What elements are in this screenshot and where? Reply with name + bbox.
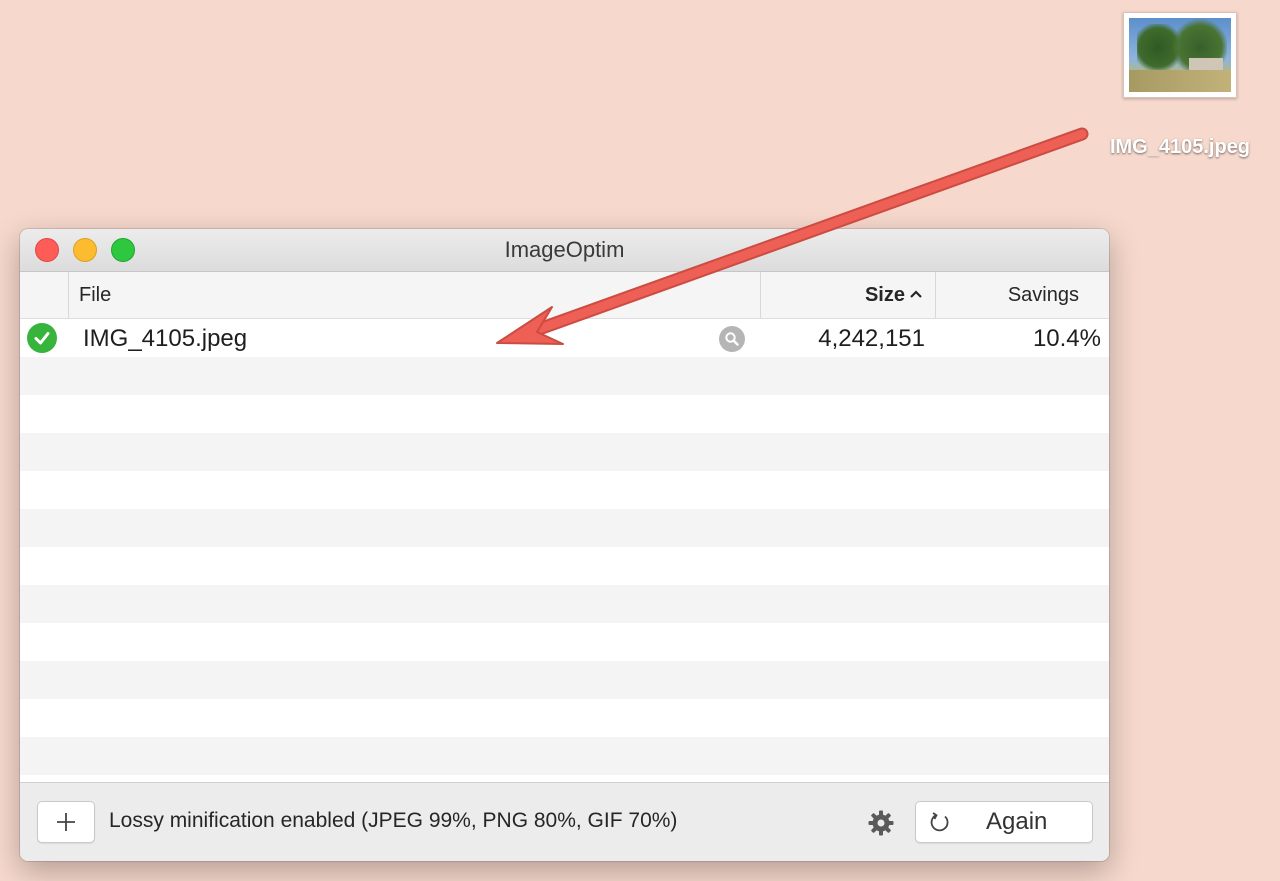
photo-preview [1129, 18, 1231, 92]
column-header-size[interactable]: Size [760, 272, 935, 318]
refresh-icon [930, 812, 949, 832]
zoom-button[interactable] [111, 238, 135, 262]
plus-icon [57, 813, 75, 831]
again-button[interactable]: Again [915, 801, 1093, 843]
empty-row [20, 357, 1109, 395]
window-title: ImageOptim [504, 237, 625, 262]
empty-row [20, 547, 1109, 585]
column-header-file[interactable]: File [68, 272, 760, 318]
column-header-savings-label: Savings [1007, 283, 1079, 306]
file-list: IMG_4105.jpeg 4,242,151 10.4% [20, 319, 1109, 785]
imageoptim-window: ImageOptim File Size Savings IMG_4105.jp… [20, 229, 1109, 861]
empty-row [20, 585, 1109, 623]
file-name-cell: IMG_4105.jpeg [83, 325, 248, 352]
chevron-up-icon [909, 286, 923, 304]
empty-row [20, 433, 1109, 471]
column-header-savings[interactable]: Savings [935, 272, 1109, 318]
empty-row [20, 395, 1109, 433]
table-header: File Size Savings [20, 272, 1109, 319]
empty-row [20, 509, 1109, 547]
empty-row [20, 623, 1109, 661]
minimize-button[interactable] [73, 238, 97, 262]
gear-icon[interactable] [867, 809, 895, 837]
title-bar[interactable]: ImageOptim [20, 229, 1109, 272]
empty-row [20, 471, 1109, 509]
checkmark-circle-icon [27, 323, 57, 353]
window-controls [35, 238, 135, 262]
desktop-file-label[interactable]: IMG_4105.jpeg [1110, 136, 1250, 159]
empty-row [20, 699, 1109, 737]
status-text: Lossy minification enabled (JPEG 99%, PN… [109, 809, 678, 832]
empty-row [20, 737, 1109, 775]
empty-row [20, 661, 1109, 699]
column-header-size-label: Size [864, 283, 905, 306]
again-button-label: Again [986, 808, 1048, 835]
quicklook-magnifier-icon[interactable] [719, 326, 745, 352]
file-size-cell: 4,242,151 [818, 325, 925, 352]
toolbar-footer: Lossy minification enabled (JPEG 99%, PN… [20, 782, 1109, 861]
close-button[interactable] [35, 238, 59, 262]
table-row[interactable]: IMG_4105.jpeg 4,242,151 10.4% [20, 319, 1109, 357]
image-thumbnail[interactable] [1123, 12, 1237, 98]
desktop-file-icon[interactable]: IMG_4105.jpeg [1088, 12, 1272, 159]
add-files-button[interactable] [37, 801, 95, 843]
file-savings-cell: 10.4% [1032, 325, 1101, 352]
column-header-file-label: File [79, 283, 112, 306]
